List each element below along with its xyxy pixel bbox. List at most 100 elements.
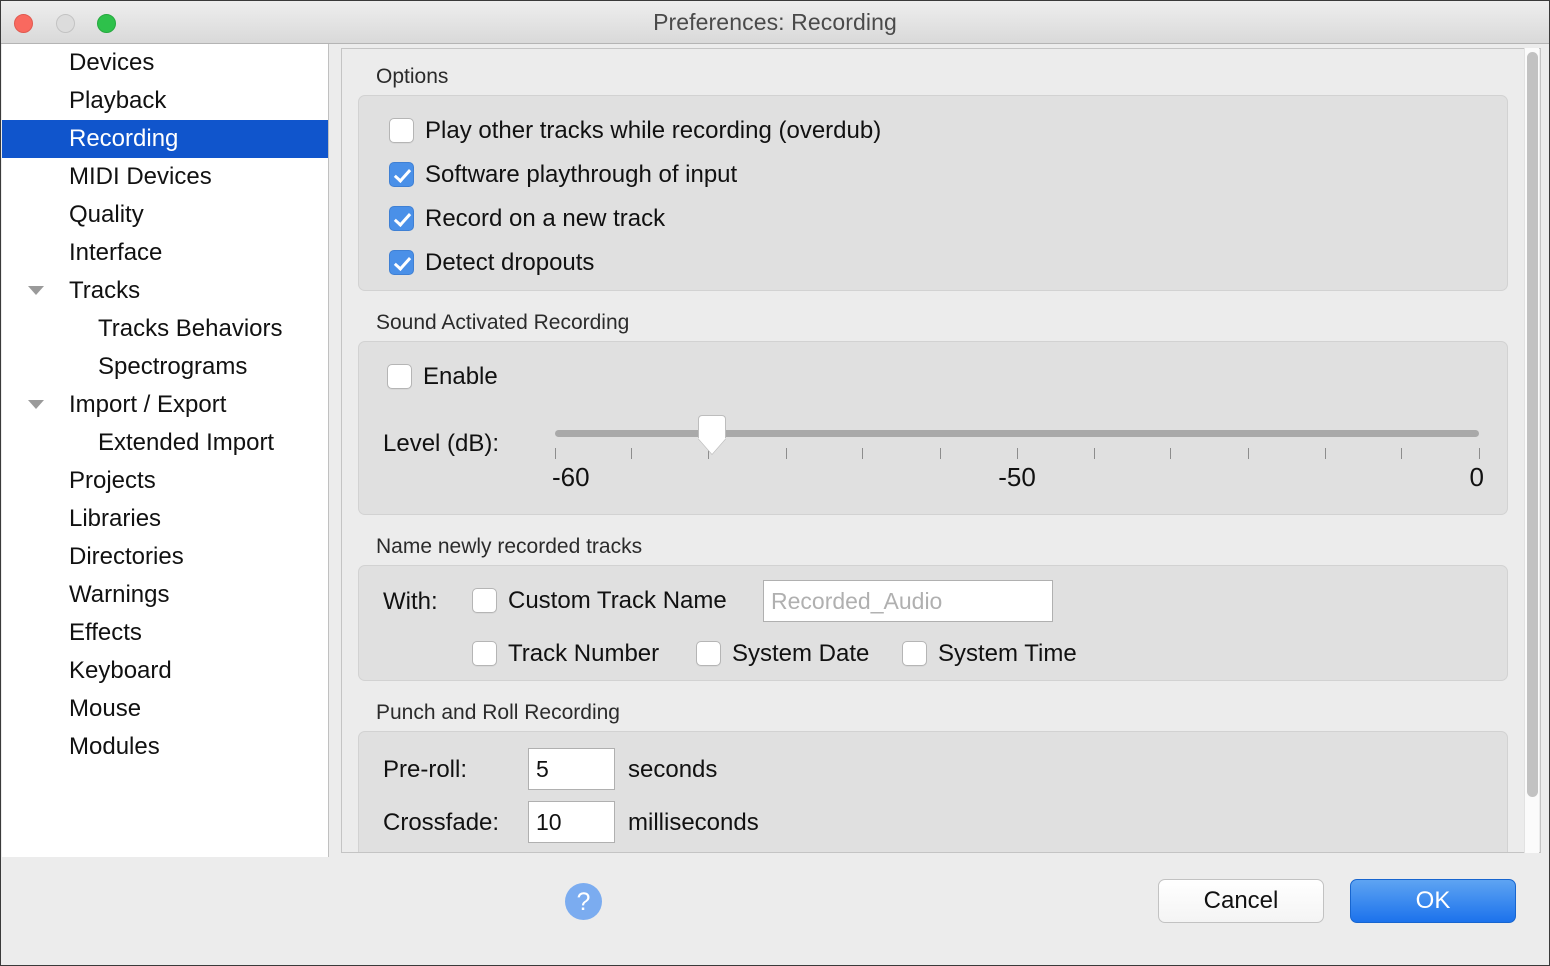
- cancel-button[interactable]: Cancel: [1158, 879, 1324, 923]
- sidebar-item-recording[interactable]: Recording: [2, 120, 328, 158]
- option-row-2[interactable]: Record on a new track: [389, 206, 1507, 231]
- track-naming-group: With: Custom Track Name Track Number Syst…: [358, 565, 1508, 681]
- sidebar-item-label: Keyboard: [69, 652, 172, 690]
- sidebar-item-label: Extended Import: [98, 424, 274, 462]
- slider-tick: [1094, 448, 1095, 459]
- sidebar-item-label: Directories: [69, 538, 184, 576]
- punch-roll-group-title: Punch and Roll Recording: [376, 701, 1522, 725]
- custom-track-name-label: Custom Track Name: [508, 587, 727, 614]
- sidebar-item-interface[interactable]: Interface: [2, 234, 328, 272]
- slider-tick: [940, 448, 941, 459]
- sidebar-item-playback[interactable]: Playback: [2, 82, 328, 120]
- naming-option-checkbox-0[interactable]: [472, 641, 497, 666]
- level-db-label: Level (dB):: [383, 430, 499, 458]
- slider-track[interactable]: [555, 430, 1479, 437]
- sidebar-item-label: Modules: [69, 728, 160, 766]
- dialog-footer: ? Cancel OK: [1, 857, 1549, 965]
- custom-track-name-input[interactable]: [763, 580, 1053, 622]
- sidebar-item-label: Warnings: [69, 576, 169, 614]
- sidebar-item-effects[interactable]: Effects: [2, 614, 328, 652]
- enable-sound-activated-row[interactable]: Enable: [387, 364, 498, 389]
- enable-checkbox[interactable]: [387, 364, 412, 389]
- sidebar-item-projects[interactable]: Projects: [2, 462, 328, 500]
- option-label-3: Detect dropouts: [425, 249, 594, 276]
- sidebar-item-label: Quality: [69, 196, 144, 234]
- naming-option-row-0[interactable]: Track Number: [472, 641, 659, 666]
- sidebar-item-warnings[interactable]: Warnings: [2, 576, 328, 614]
- with-label: With:: [383, 588, 438, 616]
- slider-tick: [555, 448, 556, 459]
- option-checkbox-1[interactable]: [389, 162, 414, 187]
- sidebar-item-import-export[interactable]: Import / Export: [2, 386, 328, 424]
- sidebar-item-label: Mouse: [69, 690, 141, 728]
- sidebar-item-midi-devices[interactable]: MIDI Devices: [2, 158, 328, 196]
- option-row-3[interactable]: Detect dropouts: [389, 250, 1507, 275]
- punch-and-roll-group: Pre-roll:secondsCrossfade:milliseconds: [358, 731, 1508, 853]
- slider-thumb[interactable]: [698, 415, 726, 439]
- custom-track-name-checkbox[interactable]: [472, 588, 497, 613]
- sound-activated-recording-group: Enable Level (dB): -60 -50 0: [358, 341, 1508, 515]
- track-naming-group-title: Name newly recorded tracks: [376, 535, 1522, 559]
- sidebar-item-label: Projects: [69, 462, 156, 500]
- naming-option-label-2: System Time: [938, 640, 1077, 667]
- sidebar-item-label: MIDI Devices: [69, 158, 212, 196]
- sidebar-item-label: Effects: [69, 614, 142, 652]
- slider-tick: [1401, 448, 1402, 459]
- custom-track-name-row[interactable]: Custom Track Name: [472, 588, 727, 613]
- sidebar-item-label: Spectrograms: [98, 348, 247, 386]
- window-title: Preferences: Recording: [1, 9, 1549, 36]
- scrollbar-thumb[interactable]: [1527, 52, 1538, 797]
- option-checkbox-0[interactable]: [389, 118, 414, 143]
- slider-tick: [1017, 448, 1018, 459]
- punch-field-input-0[interactable]: [528, 748, 615, 790]
- naming-option-label-0: Track Number: [508, 640, 659, 667]
- punch-field-unit-1: milliseconds: [628, 809, 759, 837]
- sidebar-item-spectrograms[interactable]: Spectrograms: [2, 348, 328, 386]
- slider-tick-label: -60: [552, 462, 590, 493]
- help-icon-button[interactable]: ?: [565, 883, 602, 920]
- naming-option-row-2[interactable]: System Time: [902, 641, 1077, 666]
- option-checkbox-2[interactable]: [389, 206, 414, 231]
- sidebar-item-extended-import[interactable]: Extended Import: [2, 424, 328, 462]
- sidebar-item-mouse[interactable]: Mouse: [2, 690, 328, 728]
- sidebar-item-devices[interactable]: Devices: [2, 44, 328, 82]
- level-slider[interactable]: -60-500: [555, 418, 1479, 498]
- option-row-1[interactable]: Software playthrough of input: [389, 162, 1507, 187]
- slider-tick: [786, 448, 787, 459]
- punch-field-unit-0: seconds: [628, 756, 717, 784]
- slider-tick: [1479, 448, 1480, 459]
- sidebar-item-label: Playback: [69, 82, 166, 120]
- slider-tick: [1248, 448, 1249, 459]
- sidebar-item-libraries[interactable]: Libraries: [2, 500, 328, 538]
- slider-tick-label: -50: [998, 462, 1036, 493]
- option-row-0[interactable]: Play other tracks while recording (overd…: [389, 118, 1507, 143]
- punch-field-input-1[interactable]: [528, 801, 615, 843]
- naming-option-row-1[interactable]: System Date: [696, 641, 869, 666]
- chevron-down-icon[interactable]: [28, 400, 44, 409]
- sidebar-item-tracks[interactable]: Tracks: [2, 272, 328, 310]
- preferences-category-list[interactable]: DevicesPlaybackRecordingMIDI DevicesQual…: [2, 44, 329, 857]
- sidebar-item-label: Devices: [69, 44, 154, 82]
- options-group-title: Options: [376, 65, 1522, 89]
- slider-tick: [1325, 448, 1326, 459]
- option-checkbox-3[interactable]: [389, 250, 414, 275]
- sidebar-item-label: Libraries: [69, 500, 161, 538]
- punch-field-label-0: Pre-roll:: [383, 756, 467, 784]
- content-scrollbar[interactable]: [1524, 48, 1539, 853]
- sidebar-item-keyboard[interactable]: Keyboard: [2, 652, 328, 690]
- ok-button[interactable]: OK: [1350, 879, 1516, 923]
- slider-tick-label: 0: [1470, 462, 1484, 493]
- sidebar-item-tracks-behaviors[interactable]: Tracks Behaviors: [2, 310, 328, 348]
- option-label-1: Software playthrough of input: [425, 161, 737, 188]
- options-group: Play other tracks while recording (overd…: [358, 95, 1508, 291]
- option-label-0: Play other tracks while recording (overd…: [425, 117, 881, 144]
- sidebar-item-quality[interactable]: Quality: [2, 196, 328, 234]
- naming-option-checkbox-2[interactable]: [902, 641, 927, 666]
- recording-preferences-panel: Options Play other tracks while recordin…: [342, 49, 1522, 852]
- chevron-down-icon[interactable]: [28, 286, 44, 295]
- naming-option-checkbox-1[interactable]: [696, 641, 721, 666]
- sidebar-item-label: Tracks Behaviors: [98, 310, 283, 348]
- sidebar-item-modules[interactable]: Modules: [2, 728, 328, 766]
- option-label-2: Record on a new track: [425, 205, 665, 232]
- sidebar-item-directories[interactable]: Directories: [2, 538, 328, 576]
